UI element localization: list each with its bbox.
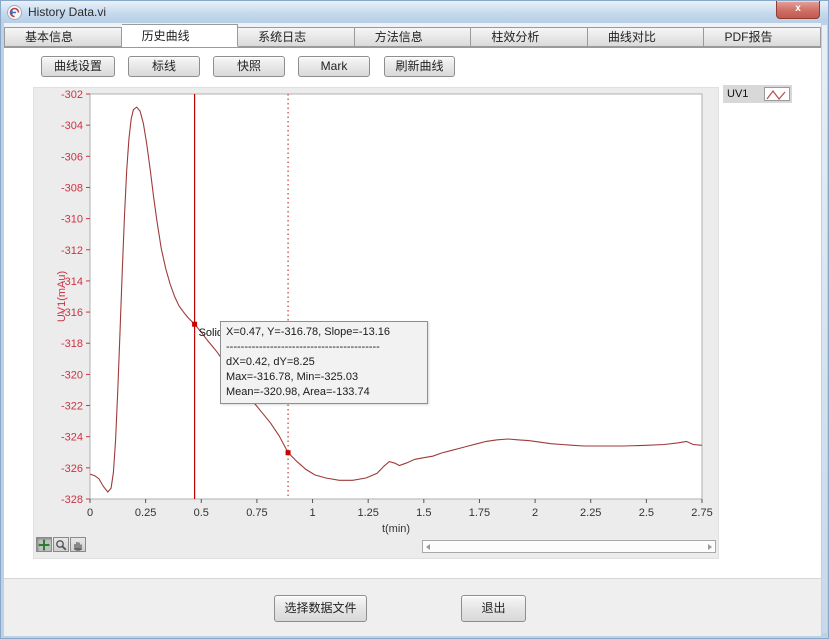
chart-panel: -302-304-306-308-310-312-314-316-318-320… [33,87,719,559]
x-tick-label: 1.75 [469,507,490,519]
tab-bar: 基本信息 历史曲线 系统日志 方法信息 柱效分析 曲线对比 PDF报告 [4,23,821,48]
marker-line-button[interactable]: 标线 [128,56,200,77]
refresh-curve-button[interactable]: 刷新曲线 [384,56,455,77]
y-tick-label: -322 [61,401,83,413]
window-frame-glass [822,25,827,633]
x-tick-label: 1.5 [416,507,431,519]
app-window: History Data.vi x 基本信息 历史曲线 系统日志 方法信息 柱效… [0,0,829,639]
tooltip-line-maxmin: Max=-316.78, Min=-325.03 [226,370,422,385]
x-tick-label: 0.25 [135,507,156,519]
tab-column-efficiency[interactable]: 柱效分析 [471,27,588,47]
x-tick-label: 2.25 [580,507,601,519]
tooltip-line-meanarea: Mean=-320.98, Area=-133.74 [226,385,422,400]
curve-settings-button[interactable]: 曲线设置 [41,56,115,77]
snapshot-button[interactable]: 快照 [213,56,285,77]
tab-system-log[interactable]: 系统日志 [238,27,355,47]
legend-series-name: UV1 [727,88,748,100]
select-data-file-button[interactable]: 选择数据文件 [274,595,367,622]
cursor-tooltip: X=0.47, Y=-316.78, Slope=-13.16 --------… [220,321,428,404]
scroll-left-icon[interactable] [426,544,430,550]
y-tick-label: -328 [61,494,83,506]
pan-hand-tool-icon[interactable] [70,537,86,552]
x-tick-label: 2.75 [691,507,712,519]
plot-area[interactable] [90,94,702,499]
tab-pdf-report[interactable]: PDF报告 [704,27,821,47]
x-tick-label: 2.5 [639,507,654,519]
window-title: History Data.vi [28,5,106,19]
y-tick-label: -312 [61,245,83,257]
tooltip-line-delta: dX=0.42, dY=8.25 [226,355,422,370]
x-axis-title: t(min) [382,523,410,535]
close-button[interactable]: x [776,1,820,19]
tab-method-info[interactable]: 方法信息 [355,27,472,47]
x-tick-label: 0.75 [246,507,267,519]
y-tick-label: -324 [61,432,83,444]
tooltip-separator: ----------------------------------------… [226,340,422,355]
crosshair-tool-icon[interactable] [36,537,52,552]
exit-button[interactable]: 退出 [461,595,526,622]
y-axis-title: UV1(mAu) [56,271,68,322]
title-bar: History Data.vi x [1,1,828,23]
x-tick-label: 2 [532,507,538,519]
cursor-marker[interactable] [286,450,291,455]
x-tick-label: 1 [309,507,315,519]
y-tick-label: -318 [61,338,83,350]
y-tick-label: -310 [61,214,83,226]
y-tick-label: -326 [61,463,83,475]
tab-history-curve[interactable]: 历史曲线 [122,24,239,47]
scroll-right-icon[interactable] [708,544,712,550]
y-tick-label: -308 [61,182,83,194]
window-body: 基本信息 历史曲线 系统日志 方法信息 柱效分析 曲线对比 PDF报告 曲线设置… [4,23,821,636]
tab-basic-info[interactable]: 基本信息 [4,27,122,47]
close-icon: x [795,3,801,14]
footer-bar: 选择数据文件 退出 [4,578,821,636]
tooltip-line-xy: X=0.47, Y=-316.78, Slope=-13.16 [226,325,422,340]
x-tick-label: 1.25 [357,507,378,519]
y-tick-label: -304 [61,120,83,132]
labview-icon [7,5,22,20]
mark-button[interactable]: Mark [298,56,370,77]
cursor-marker[interactable] [192,322,197,327]
x-tick-label: 0 [87,507,93,519]
y-tick-label: -306 [61,151,83,163]
tab-curve-compare[interactable]: 曲线对比 [588,27,705,47]
legend-line-sample-icon [764,87,790,101]
chart-h-scrollbar[interactable] [422,540,716,553]
zoom-tool-icon[interactable] [53,537,69,552]
y-tick-label: -320 [61,369,83,381]
x-tick-label: 0.5 [194,507,209,519]
plot-legend[interactable]: UV1 [723,85,792,103]
graph-tool-palette [36,537,87,552]
y-tick-label: -302 [61,89,83,101]
